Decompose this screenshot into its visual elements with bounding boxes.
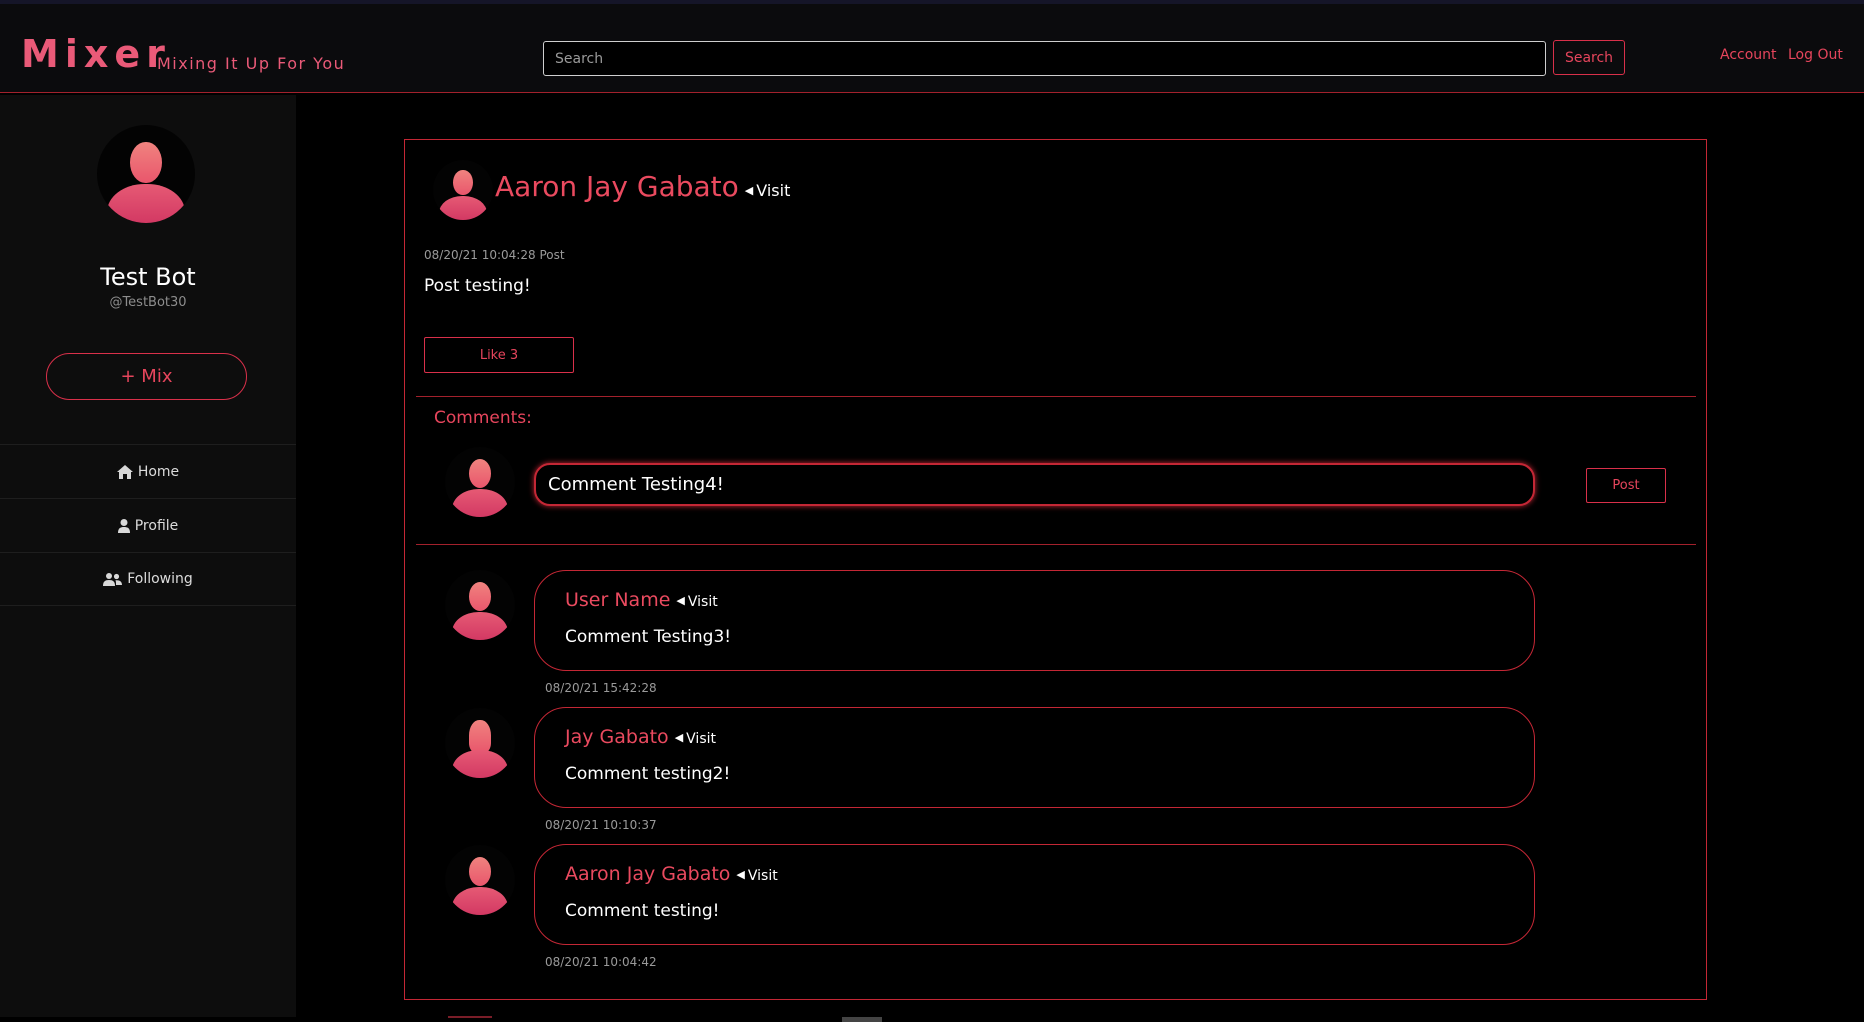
commenter-name[interactable]: User Name: [565, 589, 670, 611]
sidebar-item-profile[interactable]: Profile: [0, 498, 296, 552]
caret-left-icon: ◀: [736, 868, 745, 881]
mix-button[interactable]: + Mix: [46, 353, 247, 400]
sidebar-item-label: Following: [127, 571, 193, 587]
commenter-name[interactable]: Jay Gabato: [565, 726, 669, 748]
brand-logo[interactable]: Mixer: [21, 32, 171, 76]
logout-link[interactable]: Log Out: [1788, 47, 1843, 63]
comment-timestamp: 08/20/21 10:10:37: [545, 818, 657, 832]
current-user-avatar: [445, 447, 515, 517]
comment-text: Comment testing!: [565, 901, 720, 921]
next-post-edge: [448, 1016, 492, 1022]
comment-header: Jay Gabato ◀ Visit: [565, 726, 716, 748]
sidebar-item-label: Profile: [134, 517, 179, 534]
visit-link[interactable]: ◀ Visit: [745, 181, 791, 200]
comment-header: User Name ◀ Visit: [565, 589, 718, 611]
post-body: Post testing!: [424, 276, 531, 296]
users-icon: [103, 572, 123, 586]
visit-label: Visit: [687, 594, 718, 610]
top-navbar: Mixer Mixing It Up For You Search Accoun…: [0, 0, 1864, 93]
comment-bubble: Aaron Jay Gabato ◀ Visit Comment testing!: [534, 844, 1535, 945]
sidebar-nav: Home Profile Following: [0, 444, 296, 606]
post-comment-button[interactable]: Post: [1586, 468, 1666, 503]
sidebar-item-following[interactable]: Following: [0, 552, 296, 606]
commenter-avatar[interactable]: [445, 845, 515, 915]
post-timestamp: 08/20/21 10:04:28: [424, 248, 536, 262]
visit-label: Visit: [756, 181, 791, 200]
search-button[interactable]: Search: [1553, 40, 1625, 75]
comment-timestamp: 08/20/21 15:42:28: [545, 681, 657, 695]
comment-text: Comment testing2!: [565, 764, 731, 784]
sidebar: Test Bot @TestBot30 + Mix Home Profile F…: [0, 95, 296, 1017]
post-author-avatar[interactable]: [433, 160, 493, 220]
caret-left-icon: ◀: [744, 184, 754, 197]
user-icon: [117, 518, 130, 533]
caret-left-icon: ◀: [674, 731, 684, 744]
divider: [416, 396, 1696, 397]
visit-link[interactable]: ◀ Visit: [676, 594, 717, 610]
visit-link[interactable]: ◀ Visit: [736, 868, 777, 884]
next-post-edge: [842, 1017, 882, 1022]
caret-left-icon: ◀: [676, 594, 685, 607]
post-type: Post: [539, 248, 565, 262]
post-meta: 08/20/21 10:04:28 Post: [424, 248, 565, 262]
comment-header: Aaron Jay Gabato ◀ Visit: [565, 863, 778, 885]
divider: [416, 544, 1696, 545]
comments-title: Comments:: [434, 408, 532, 428]
like-button[interactable]: Like 3: [424, 337, 574, 373]
commenter-name[interactable]: Aaron Jay Gabato: [565, 863, 730, 885]
comment-input[interactable]: [534, 463, 1535, 506]
visit-label: Visit: [686, 731, 716, 747]
commenter-avatar[interactable]: [445, 570, 515, 640]
commenter-avatar[interactable]: [445, 708, 515, 778]
profile-handle: @TestBot30: [109, 295, 187, 310]
home-icon: [116, 464, 133, 479]
visit-link[interactable]: ◀ Visit: [675, 731, 716, 747]
profile-name: Test Bot: [100, 263, 196, 291]
post-author-name[interactable]: Aaron Jay Gabato: [495, 170, 739, 203]
search-input[interactable]: [543, 41, 1546, 76]
comment-timestamp: 08/20/21 10:04:42: [545, 955, 657, 969]
comment-text: Comment Testing3!: [565, 627, 732, 647]
comment-bubble: User Name ◀ Visit Comment Testing3!: [534, 570, 1535, 671]
account-link[interactable]: Account: [1720, 47, 1777, 63]
post-card: Aaron Jay Gabato ◀ Visit 08/20/21 10:04:28…: [404, 139, 1707, 1000]
profile-avatar[interactable]: [97, 125, 195, 223]
visit-label: Visit: [747, 868, 778, 884]
post-author-header: Aaron Jay Gabato ◀ Visit: [495, 170, 790, 203]
brand-tagline: Mixing It Up For You: [157, 54, 346, 73]
comment-bubble: Jay Gabato ◀ Visit Comment testing2!: [534, 707, 1535, 808]
sidebar-item-home[interactable]: Home: [0, 444, 296, 498]
sidebar-item-label: Home: [137, 463, 180, 480]
